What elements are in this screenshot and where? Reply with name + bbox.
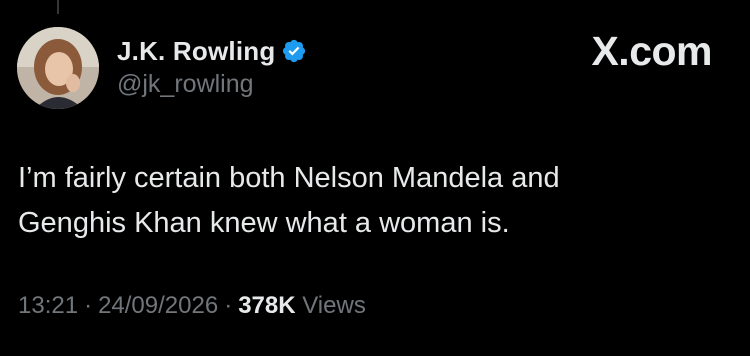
x-logo: X.com xyxy=(591,28,712,74)
tweet-date[interactable]: 24/09/2026 xyxy=(98,292,218,319)
author-display-name[interactable]: J.K. Rowling xyxy=(117,36,275,67)
tweet-text: I’m fairly certain both Nelson Mandela a… xyxy=(18,156,718,246)
views-label: Views xyxy=(302,292,366,319)
tweet-text-line-1: I’m fairly certain both Nelson Mandela a… xyxy=(18,162,560,194)
author-block: J.K. Rowling @jk_rowling xyxy=(117,34,307,99)
meta-separator: · xyxy=(84,292,93,319)
meta-separator: · xyxy=(224,292,233,319)
verified-badge-icon[interactable] xyxy=(281,38,307,64)
avatar[interactable] xyxy=(17,27,99,109)
thread-connector-line xyxy=(57,0,59,14)
views-count[interactable]: 378K xyxy=(238,292,295,319)
tweet-text-line-2: Genghis Khan knew what a woman is. xyxy=(18,207,510,239)
tweet-metadata: 13:21 · 24/09/2026 · 378K Views xyxy=(18,292,366,320)
tweet-time[interactable]: 13:21 xyxy=(18,292,78,319)
author-handle[interactable]: @jk_rowling xyxy=(117,70,307,99)
avatar-photo-icon xyxy=(17,27,99,109)
author-name-row: J.K. Rowling xyxy=(117,34,307,68)
